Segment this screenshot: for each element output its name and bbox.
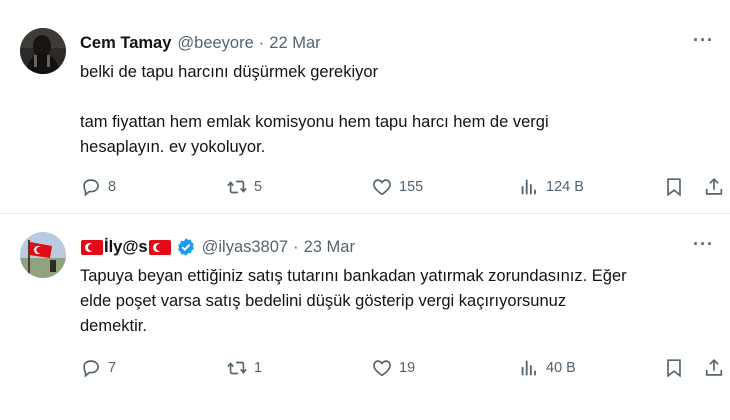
share-icon bbox=[705, 359, 723, 376]
avatar[interactable] bbox=[20, 232, 66, 278]
share-icon bbox=[705, 178, 723, 195]
retweet-icon bbox=[227, 180, 247, 194]
display-name[interactable]: İly@s bbox=[104, 238, 148, 257]
like-button[interactable]: 155 bbox=[371, 175, 423, 199]
like-count: 155 bbox=[399, 179, 424, 195]
tweet-header: Cem Tamay @beeyore · 22 Mar bbox=[80, 32, 321, 54]
tweet-header: İly@s @ilyas3807 · 23 Mar bbox=[80, 236, 355, 258]
tweet-1[interactable]: Cem Tamay @beeyore · 22 Mar ··· belki de… bbox=[0, 0, 730, 214]
reply-icon bbox=[83, 179, 99, 197]
reply-icon bbox=[83, 360, 99, 378]
display-name[interactable]: Cem Tamay bbox=[80, 34, 171, 53]
share-button[interactable] bbox=[703, 175, 725, 199]
separator-dot: · bbox=[258, 33, 265, 52]
retweet-button[interactable]: 5 bbox=[226, 175, 262, 199]
tweet-text: Tapuya beyan ettiğiniz satış tutarını ba… bbox=[80, 264, 720, 339]
retweet-count: 1 bbox=[254, 360, 263, 376]
bookmark-icon bbox=[667, 178, 681, 197]
turkish-flag-icon bbox=[148, 239, 171, 255]
retweet-button[interactable]: 1 bbox=[226, 356, 262, 380]
tweet-text: belki de tapu harcını düşürmek gerekiyor… bbox=[80, 60, 720, 160]
bookmark-icon bbox=[667, 359, 681, 378]
bookmark-button[interactable] bbox=[663, 175, 685, 199]
tweet-date[interactable]: 23 Mar bbox=[304, 238, 355, 257]
view-count: 40 B bbox=[546, 360, 576, 376]
share-button[interactable] bbox=[703, 356, 725, 380]
like-icon bbox=[373, 360, 391, 377]
tweet-text-line: hesaplayın. ev yokoluyor. bbox=[80, 138, 266, 156]
tweet-date[interactable]: 22 Mar bbox=[269, 34, 320, 53]
user-handle[interactable]: @ilyas3807 bbox=[202, 238, 288, 257]
tweet-2[interactable]: İly@s @ilyas3807 · 23 Mar ··· Tapuya bey… bbox=[0, 214, 730, 420]
reply-count: 7 bbox=[108, 360, 117, 376]
more-options-icon[interactable]: ··· bbox=[693, 234, 714, 255]
reply-button[interactable]: 8 bbox=[80, 175, 116, 199]
like-icon bbox=[373, 179, 391, 196]
avatar[interactable] bbox=[20, 28, 66, 74]
more-options-icon[interactable]: ··· bbox=[693, 30, 714, 51]
views-button[interactable]: 124 B bbox=[518, 175, 584, 199]
bookmark-button[interactable] bbox=[663, 356, 685, 380]
like-button[interactable]: 19 bbox=[371, 356, 415, 380]
tweet-text-line: elde poşet varsa satış bedelini düşük gö… bbox=[80, 292, 567, 310]
verified-icon[interactable] bbox=[176, 237, 196, 257]
tweet-text-line: Tapuya beyan ettiğiniz satış tutarını ba… bbox=[80, 267, 627, 285]
views-button[interactable]: 40 B bbox=[518, 356, 576, 380]
retweet-icon bbox=[227, 361, 247, 375]
views-icon bbox=[521, 179, 536, 195]
user-handle[interactable]: @beeyore bbox=[177, 34, 253, 53]
reply-button[interactable]: 7 bbox=[80, 356, 116, 380]
reply-count: 8 bbox=[108, 179, 117, 195]
tweet-text-line: demektir. bbox=[80, 317, 147, 335]
views-icon bbox=[521, 360, 536, 376]
action-bar: 8 5 155 124 B bbox=[0, 175, 730, 199]
turkish-flag-icon bbox=[81, 239, 103, 255]
tweet-text-line: belki de tapu harcını düşürmek gerekiyor bbox=[80, 63, 379, 81]
action-bar: 7 1 19 40 B bbox=[0, 356, 730, 380]
view-count: 124 B bbox=[546, 179, 584, 195]
separator-dot: · bbox=[293, 237, 299, 256]
retweet-count: 5 bbox=[254, 179, 263, 195]
like-count: 19 bbox=[399, 360, 416, 376]
tweet-text-line: tam fiyattan hem emlak komisyonu hem tap… bbox=[80, 113, 549, 131]
